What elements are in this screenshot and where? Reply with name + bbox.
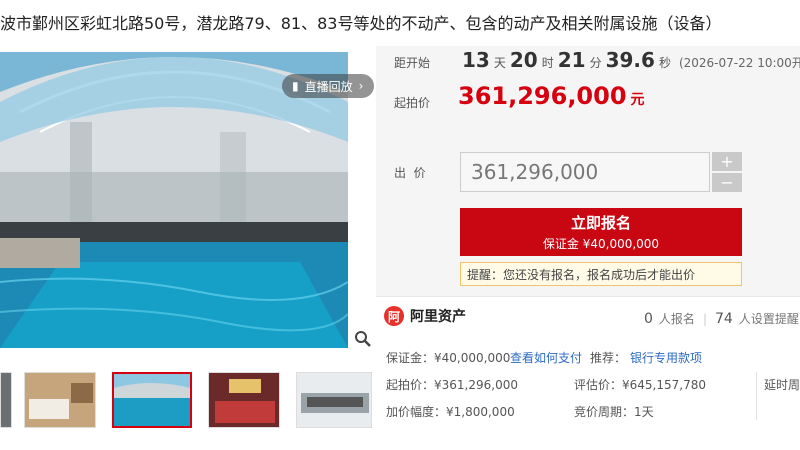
chevron-right-icon: › <box>358 79 364 93</box>
countdown: 13 天 20 时 21 分 39.6 秒 (2026-07-22 10:00开… <box>462 48 800 72</box>
reminder-count-label: 人设置提醒 <box>738 312 799 326</box>
signup-button[interactable]: 立即报名 保证金 ¥40,000,000 <box>460 208 742 256</box>
bidding-period-info: 竞价周期：1天 <box>574 405 654 419</box>
stats-separator: | <box>702 312 707 326</box>
countdown-seconds-unit: 秒 <box>658 56 671 70</box>
bank-payment-link[interactable]: 银行专用款项 <box>630 349 702 366</box>
live-replay-label: 直播回放 <box>304 79 353 94</box>
start-price: 361,296,000 元 <box>458 82 645 110</box>
thumbnail-item[interactable] <box>0 372 12 428</box>
column-divider <box>756 372 757 420</box>
countdown-minutes: 21 <box>557 48 586 72</box>
divider <box>376 296 800 297</box>
start-price-info: 起拍价：¥361,296,000 <box>386 378 518 392</box>
auction-start-time: (2026-07-22 10:00开拍) <box>678 56 800 70</box>
countdown-label: 距开始 <box>394 56 431 70</box>
brand-name: 阿里资产 <box>410 309 466 325</box>
bar-chart-icon: ▮ <box>292 79 299 93</box>
increment-info: 加价幅度：¥1,800,000 <box>386 405 515 419</box>
signup-count: 0 <box>644 311 653 327</box>
brand[interactable]: 阿 阿里资产 <box>384 306 466 326</box>
countdown-hours-unit: 时 <box>541 56 554 70</box>
increase-bid-button[interactable]: + <box>712 152 742 171</box>
start-price-label: 起拍价 <box>394 96 431 110</box>
bid-amount-input[interactable]: 361,296,000 <box>460 152 710 192</box>
thumbnail-item-active[interactable] <box>112 372 192 428</box>
countdown-minutes-unit: 分 <box>589 56 602 70</box>
valuation-info: 评估价：¥645,157,780 <box>574 378 706 392</box>
auction-stats: 0 人报名 | 74 人设置提醒 <box>644 310 799 327</box>
countdown-hours: 20 <box>509 48 538 72</box>
alibaba-assets-logo: 阿 <box>384 306 404 326</box>
countdown-days-unit: 天 <box>493 56 506 70</box>
signup-deposit-label: 保证金 ¥40,000,000 <box>542 237 660 251</box>
start-price-value: 361,296,000 <box>458 82 627 110</box>
thumbnail-item[interactable] <box>296 372 372 428</box>
live-replay-button[interactable]: ▮ 直播回放 › <box>282 74 374 98</box>
how-to-pay-link[interactable]: 查看如何支付 <box>510 349 582 366</box>
bid-label: 出 价 <box>394 166 426 180</box>
reminder-count: 74 <box>714 311 733 327</box>
delay-period-info: 延时周 <box>764 378 800 392</box>
signup-count-label: 人报名 <box>658 312 695 326</box>
decrease-bid-button[interactable]: − <box>712 173 742 192</box>
thumbnail-strip <box>0 372 376 428</box>
zoom-icon[interactable] <box>354 330 372 348</box>
page-title: 波市鄞州区彩虹北路50号，潜龙路79、81、83号等处的不动产、包含的动产及相关… <box>0 14 722 32</box>
signup-reminder-notice: 提醒：您还没有报名，报名成功后才能出价 <box>460 262 742 286</box>
thumbnail-item[interactable] <box>208 372 280 428</box>
recommend-label: 推荐： <box>590 351 627 365</box>
thumbnail-item[interactable] <box>24 372 96 428</box>
deposit-info: 保证金：¥40,000,000 <box>386 351 511 365</box>
start-price-unit: 元 <box>630 92 645 108</box>
signup-button-label: 立即报名 <box>570 214 631 232</box>
countdown-days: 13 <box>462 48 490 72</box>
countdown-seconds: 39.6 <box>605 48 655 72</box>
